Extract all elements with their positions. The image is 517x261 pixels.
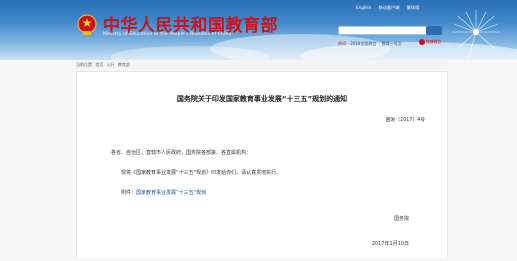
hot-word-link[interactable]: 2018全国两会	[350, 41, 376, 46]
hot-words: 热词 2018全国两会 教育一号文	[338, 41, 406, 47]
breadcrumb: 当前位置 首页 公开 教育部	[76, 62, 132, 68]
site-header: 中华人民共和国教育部 Ministry of Education of the …	[0, 0, 517, 60]
document-panel: 国务院关于印发国家教育事业发展“十三五”规划的通知 国发〔2017〕4号 各省、…	[76, 71, 448, 258]
breadcrumb-item[interactable]: 首页	[95, 62, 103, 67]
dandelion-icon	[452, 10, 500, 60]
top-links: English 移动客户端 繁体版	[356, 5, 425, 11]
hot-words-label: 热词	[338, 41, 346, 46]
mobile-client-link[interactable]: 移动客户端	[378, 5, 399, 10]
english-link[interactable]: English	[356, 5, 371, 10]
document-issuer: 国务院	[393, 216, 409, 222]
site-subtitle: Ministry of Education of the People's Re…	[103, 32, 232, 37]
weibo-icon	[419, 39, 425, 45]
search-input[interactable]	[338, 26, 430, 35]
badge-label: 微博微信	[426, 39, 442, 44]
document-date: 2017年1月10日	[371, 241, 409, 247]
search-button[interactable]	[426, 26, 442, 35]
left-margin	[0, 60, 76, 261]
breadcrumb-item[interactable]: 公开	[107, 62, 115, 67]
attachment-label: 附件：	[121, 190, 137, 196]
document-body: 现将《国家教育事业发展“十三五”规划》印发给你们，请认真贯彻执行。	[121, 170, 282, 176]
hot-word-link[interactable]: 教育一号文	[382, 41, 402, 46]
document-title: 国务院关于印发国家教育事业发展“十三五”规划的通知	[176, 95, 348, 103]
document-number: 国发〔2017〕4号	[385, 118, 425, 123]
page: 中华人民共和国教育部 Ministry of Education of the …	[0, 0, 517, 261]
attachment-link[interactable]: 国家教育事业发展“十三五”规划	[136, 190, 206, 196]
document-attachment: 附件：国家教育事业发展“十三五”规划	[121, 189, 206, 196]
national-emblem-icon	[77, 14, 97, 35]
traditional-chinese-link[interactable]: 繁体版	[407, 5, 420, 10]
document-addressee: 各省、自治区、直辖市人民政府，国务院各部委、各直属机构：	[111, 150, 252, 156]
breadcrumb-item: 当前位置	[76, 62, 92, 67]
weibo-wechat-badge[interactable]: 微博微信	[419, 39, 447, 47]
breadcrumb-item[interactable]: 教育部	[118, 62, 130, 67]
right-margin	[447, 60, 517, 261]
